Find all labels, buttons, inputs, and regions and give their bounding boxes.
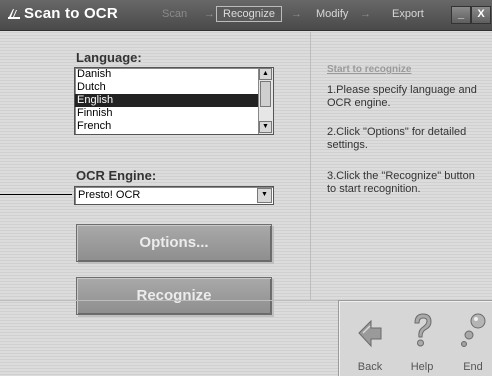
close-button[interactable]: X — [471, 6, 491, 24]
back-button[interactable]: Back — [348, 311, 392, 375]
step-export[interactable]: Export — [392, 8, 424, 20]
help-step-2: 2.Click "Options" for detailed settings. — [327, 126, 467, 151]
step-recognize[interactable]: Recognize — [216, 6, 282, 22]
step-modify[interactable]: Modify — [316, 8, 348, 20]
end-label: End — [463, 361, 483, 373]
scanner-icon — [7, 7, 21, 21]
language-option-danish[interactable]: Danish — [75, 68, 258, 81]
recognize-button[interactable]: Recognize — [76, 277, 272, 315]
end-button[interactable]: End — [451, 311, 492, 375]
language-label: Language: — [76, 50, 142, 65]
title-bar: Scan to OCR Scan → Recognize → Modify → … — [0, 0, 492, 31]
arrow-icon: → — [291, 8, 302, 20]
scroll-down-icon[interactable]: ▼ — [259, 121, 272, 133]
language-option-french[interactable]: French — [75, 120, 258, 133]
language-listbox[interactable]: Danish Dutch English Finnish French ▲ ▼ — [74, 67, 274, 135]
minimize-button[interactable]: _ — [451, 6, 471, 24]
language-option-finnish[interactable]: Finnish — [75, 107, 258, 120]
step-scan[interactable]: Scan — [162, 8, 187, 20]
language-option-dutch[interactable]: Dutch — [75, 81, 258, 94]
scroll-up-icon[interactable]: ▲ — [259, 68, 272, 80]
ocr-engine-select[interactable]: Presto! OCR ▼ — [74, 186, 274, 205]
question-mark-icon — [407, 311, 437, 351]
ocr-engine-value: Presto! OCR — [78, 189, 141, 201]
help-button[interactable]: Help — [400, 311, 444, 375]
arrow-icon: → — [204, 8, 215, 20]
back-arrow-icon — [355, 311, 385, 351]
bottom-divider — [0, 300, 340, 301]
end-balls-icon — [458, 311, 488, 351]
callout-line — [0, 194, 72, 195]
options-button[interactable]: Options... — [76, 224, 272, 262]
chevron-down-icon[interactable]: ▼ — [257, 188, 272, 203]
panel-divider — [310, 32, 311, 300]
help-title: Start to recognize — [327, 64, 412, 75]
help-label: Help — [410, 361, 434, 373]
language-option-english[interactable]: English — [75, 94, 258, 107]
scan-to-ocr-window: Scan to OCR Scan → Recognize → Modify → … — [0, 0, 492, 376]
arrow-icon: → — [360, 8, 371, 20]
language-scrollbar[interactable]: ▲ ▼ — [258, 68, 273, 134]
ocr-engine-label: OCR Engine: — [76, 168, 157, 183]
window-title: Scan to OCR — [24, 5, 118, 22]
help-step-1: 1.Please specify language and OCR engine… — [327, 84, 477, 109]
scroll-thumb[interactable] — [260, 81, 271, 107]
back-label: Back — [357, 361, 383, 373]
help-step-3: 3.Click the "Recognize" button to start … — [327, 170, 475, 195]
navigation-panel: Back Help End — [338, 300, 492, 376]
